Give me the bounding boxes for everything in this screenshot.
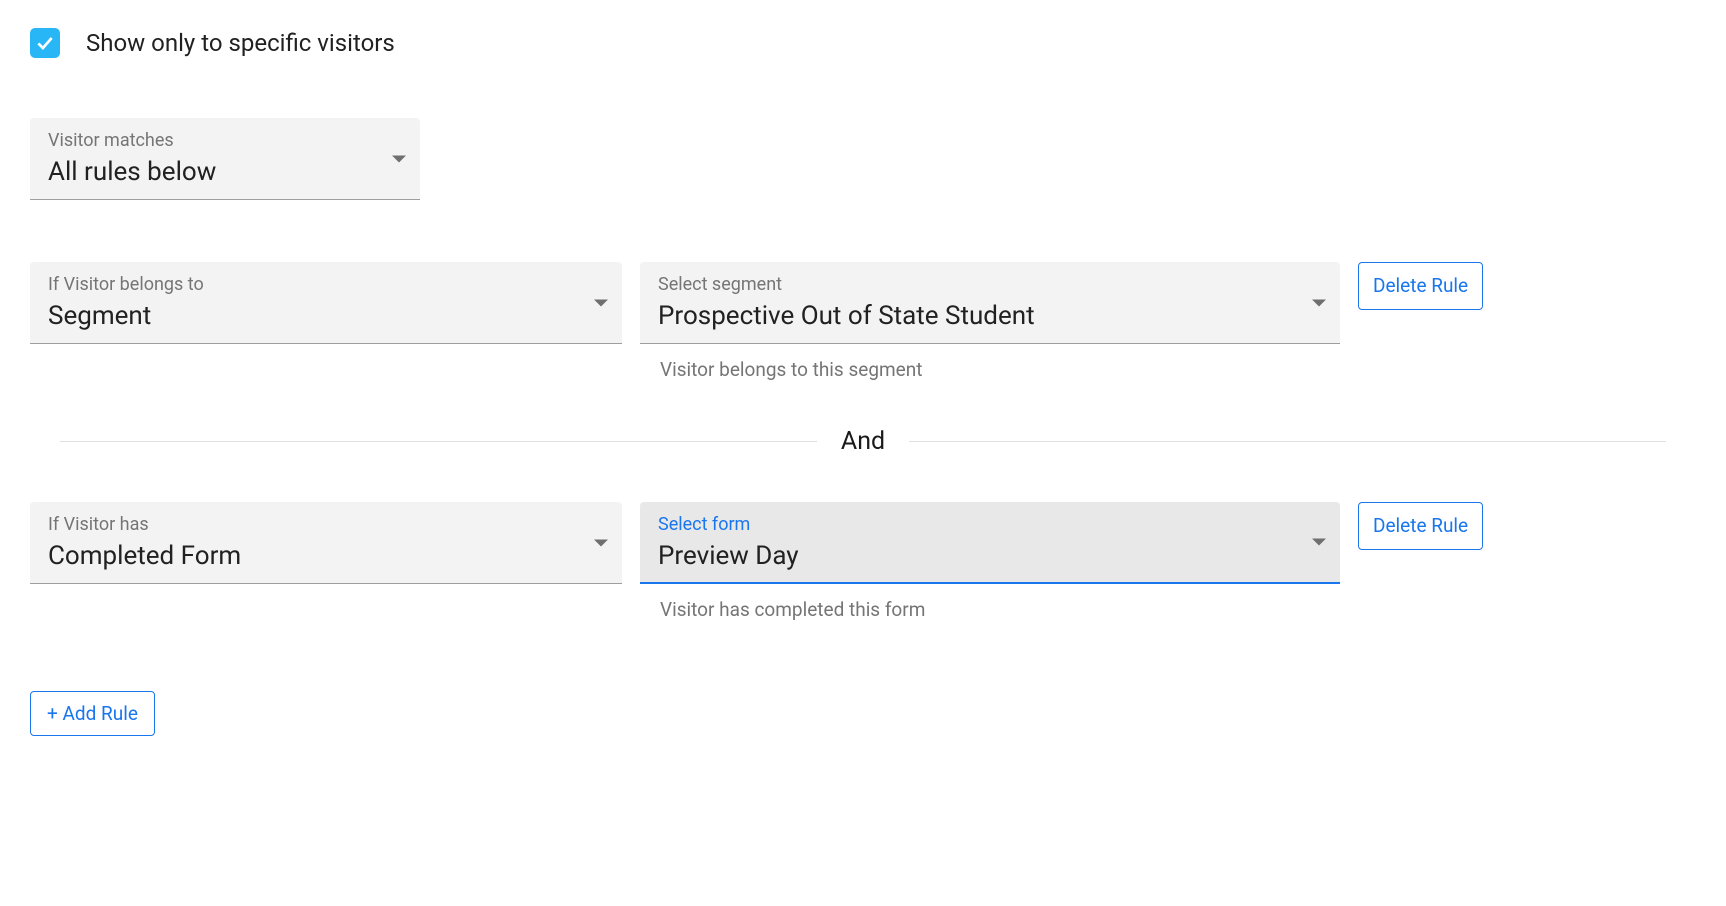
rule-value-select-value: Prospective Out of State Student [658,301,1324,331]
rule-value-select-label: Select form [658,514,1324,535]
chevron-down-icon [594,299,608,306]
rule-value-select[interactable]: Select form Preview Day [640,502,1340,584]
add-rule-button-label: + Add Rule [47,702,138,725]
delete-rule-button-label: Delete Rule [1373,274,1468,297]
rule-separator: And [60,427,1666,456]
rule-value-select-value: Preview Day [658,541,1324,571]
visitor-matches-wrap: Visitor matches All rules below [30,118,420,200]
rule-value-wrap: Select segment Prospective Out of State … [640,262,1340,381]
rule-helper-text: Visitor belongs to this segment [660,358,1340,381]
show-specific-visitors-checkbox[interactable] [30,28,60,58]
rule-condition-select[interactable]: If Visitor has Completed Form [30,502,622,584]
rule-condition-select-value: Completed Form [48,541,606,571]
rule-row: If Visitor belongs to Segment Select seg… [30,262,1696,381]
rule-condition-select-value: Segment [48,301,606,331]
visitor-matches-select-label: Visitor matches [48,130,404,151]
visitor-matches-select-value: All rules below [48,157,404,187]
separator-line [909,441,1666,442]
visitor-matches-select[interactable]: Visitor matches All rules below [30,118,420,200]
rule-value-select[interactable]: Select segment Prospective Out of State … [640,262,1340,344]
chevron-down-icon [594,539,608,546]
chevron-down-icon [1312,539,1326,546]
visibility-settings-form: Show only to specific visitors Visitor m… [0,0,1726,764]
rule-value-wrap: Select form Preview Day Visitor has comp… [640,502,1340,621]
rule-helper-text: Visitor has completed this form [660,598,1340,621]
rule-condition-wrap: If Visitor has Completed Form [30,502,622,584]
separator-line [60,441,817,442]
chevron-down-icon [392,155,406,162]
rule-condition-select-label: If Visitor has [48,514,606,535]
show-specific-visitors-row: Show only to specific visitors [30,28,1696,58]
rule-condition-wrap: If Visitor belongs to Segment [30,262,622,344]
rule-condition-select[interactable]: If Visitor belongs to Segment [30,262,622,344]
chevron-down-icon [1312,299,1326,306]
delete-rule-button[interactable]: Delete Rule [1358,502,1483,550]
add-rule-button[interactable]: + Add Rule [30,691,155,736]
rule-value-select-label: Select segment [658,274,1324,295]
delete-rule-button[interactable]: Delete Rule [1358,262,1483,310]
separator-label: And [841,427,885,456]
rule-row: If Visitor has Completed Form Select for… [30,502,1696,621]
delete-rule-button-label: Delete Rule [1373,514,1468,537]
rule-condition-select-label: If Visitor belongs to [48,274,606,295]
show-specific-visitors-label: Show only to specific visitors [86,29,395,57]
check-icon [35,33,55,53]
